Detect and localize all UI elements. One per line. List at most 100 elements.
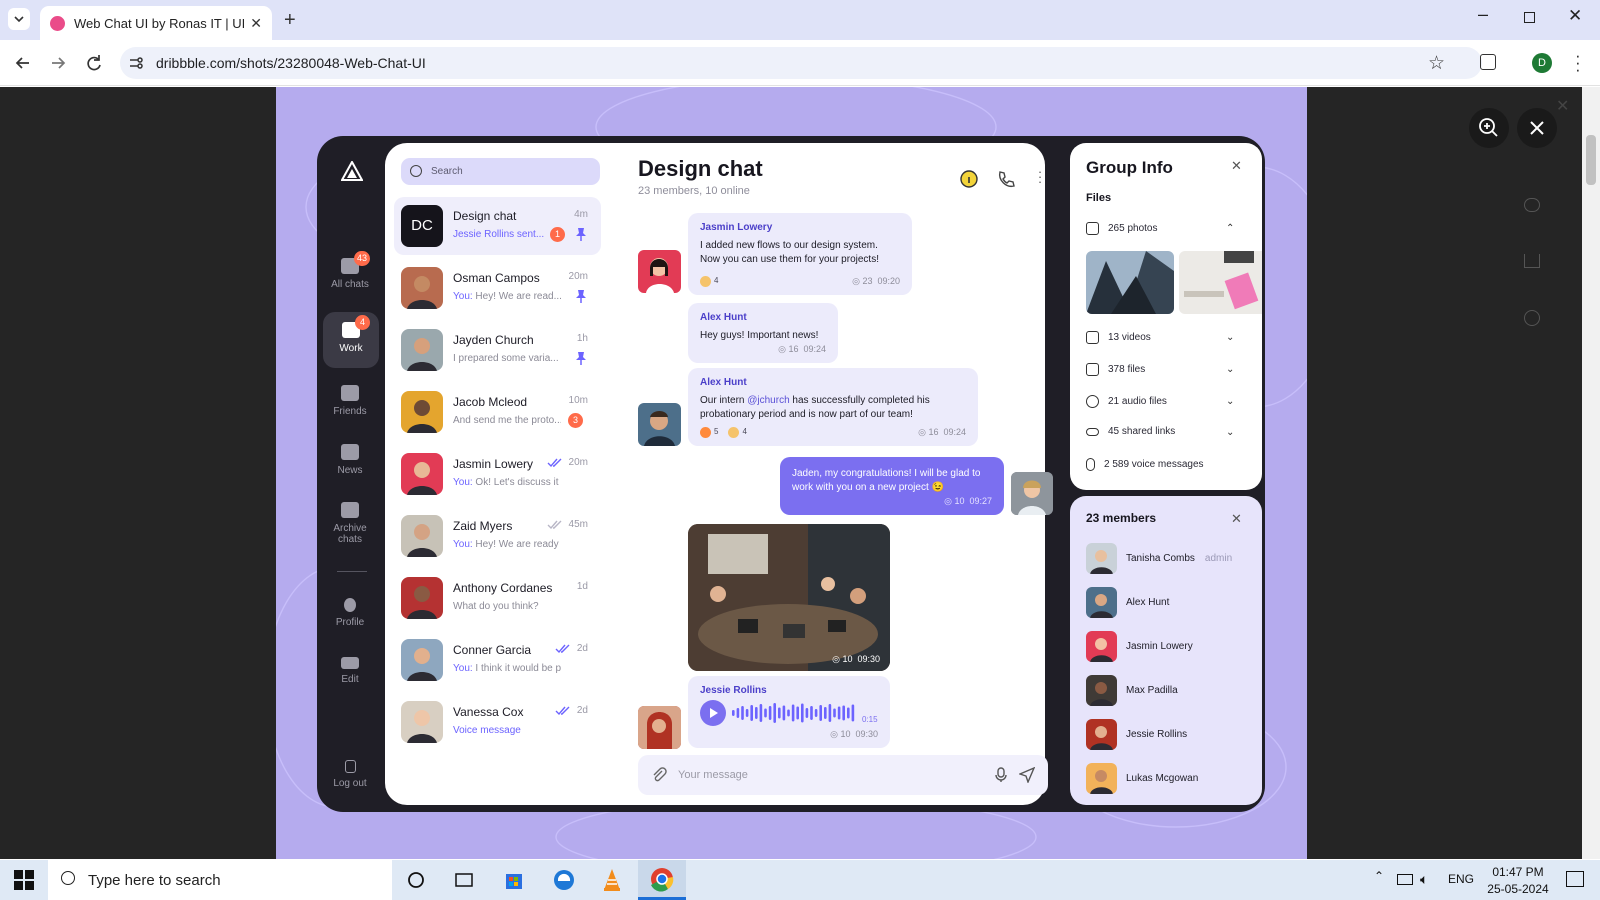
address-bar[interactable]: dribbble.com/shots/23280048-Web-Chat-UI — [120, 47, 1482, 79]
call-button[interactable] — [996, 169, 1016, 189]
chat-list-item[interactable]: DC Design chat 4m Jessie Rollins sent... 1 — [394, 197, 601, 255]
member-item[interactable]: Max Padilla — [1086, 674, 1246, 706]
chat-list-item[interactable]: Conner Garcia 2d You: I think it would be … — [394, 631, 601, 689]
chrome-app-active[interactable] — [638, 860, 686, 900]
input-language[interactable]: ENG — [1448, 872, 1474, 886]
photo-thumbnail[interactable] — [1179, 251, 1262, 314]
waveform-bar — [732, 710, 735, 716]
rail-news[interactable]: News — [322, 444, 378, 476]
rail-archive[interactable]: Archive chats — [322, 502, 378, 545]
photo-message[interactable]: ◎ 10 09:30 — [688, 524, 890, 671]
browser-tab[interactable]: Web Chat UI by Ronas IT | UI/U ✕ — [40, 6, 272, 40]
member-item[interactable]: Jasmin Lowery — [1086, 630, 1246, 662]
tab-search-button[interactable] — [8, 8, 30, 30]
info-icon[interactable] — [1524, 310, 1540, 326]
preview-text: Ok! Let's discuss it on th... — [475, 477, 561, 488]
share-icon[interactable] — [1524, 254, 1540, 268]
taskbar-search-box[interactable]: Type here to search — [48, 860, 392, 900]
message-text-part: Our intern — [700, 395, 748, 406]
pin-icon — [576, 352, 586, 365]
rail-friends[interactable]: Friends — [322, 385, 378, 417]
chat-list-item[interactable]: Vanessa Cox 2d Voice message — [394, 693, 601, 751]
member-item[interactable]: Alex Hunt — [1086, 586, 1246, 618]
mention-link[interactable]: @jchurch — [747, 395, 789, 406]
bookmark-star-icon[interactable]: ☆ — [1428, 52, 1445, 75]
chat-name: Jayden Church — [453, 333, 534, 347]
files-row-voice[interactable]: 2 589 voice messages — [1086, 458, 1204, 471]
back-button[interactable] — [12, 52, 34, 74]
page-scrollbar[interactable] — [1582, 87, 1600, 859]
files-row-files[interactable]: 378 files ⌄ — [1086, 363, 1234, 376]
extensions-icon[interactable] — [1480, 54, 1496, 70]
message-bubble[interactable]: Alex Hunt Hey guys! Important news! ◎ 16… — [688, 303, 838, 363]
site-info-icon[interactable] — [128, 55, 144, 71]
own-message-bubble[interactable]: Jaden, my congratulations! I will be gla… — [780, 457, 1004, 515]
chat-list-item[interactable]: Zaid Myers 45m You: Hey! We are ready to i… — [394, 507, 601, 565]
rail-work[interactable]: 4 Work — [323, 312, 379, 368]
taskbar-clock[interactable]: 01:47 PM 25-05-2024 — [1479, 864, 1557, 898]
rail-profile[interactable]: Profile — [322, 598, 378, 628]
chat-preview: Voice message — [453, 725, 561, 736]
chat-list-item[interactable]: Anthony Cordanes 1d What do you think? — [394, 569, 601, 627]
close-lightbox-button[interactable] — [1517, 108, 1557, 148]
member-item[interactable]: Jessie Rollins — [1086, 718, 1246, 750]
restore-window-button[interactable] — [1524, 12, 1535, 23]
waveform-bar — [750, 705, 753, 721]
vlc-app[interactable] — [598, 866, 626, 894]
chat-list-item[interactable]: Osman Campos 20m You: Hey! We are read... — [394, 259, 601, 317]
close-group-info-button[interactable]: ✕ — [1231, 158, 1242, 174]
chat-list-item[interactable]: Jacob Mcleod 10m And send me the proto... 3 — [394, 383, 601, 441]
network-icon[interactable] — [1397, 874, 1413, 885]
close-icon[interactable]: ✕ — [1556, 96, 1569, 116]
attach-button[interactable] — [651, 767, 667, 783]
message-bubble[interactable]: Jasmin Lowery I added new flows to our d… — [688, 213, 912, 295]
member-item[interactable]: Lukas Mcgowan — [1086, 762, 1246, 794]
edge-app[interactable] — [550, 866, 578, 894]
arrow-left-icon — [15, 57, 29, 69]
reactions[interactable]: 5 4 — [700, 425, 747, 439]
rail-edit[interactable]: Edit — [322, 657, 378, 685]
store-app[interactable] — [500, 866, 528, 894]
task-view-button[interactable] — [450, 866, 478, 894]
member-item[interactable]: Tanisha Combs admin — [1086, 542, 1246, 574]
start-button[interactable] — [14, 870, 34, 890]
view-count: 16 — [788, 344, 799, 354]
close-window-button[interactable]: ✕ — [1568, 6, 1582, 26]
rail-logout[interactable]: Log out — [322, 760, 378, 789]
search-input[interactable]: Search — [401, 158, 600, 185]
reload-button[interactable] — [83, 52, 105, 74]
forward-button[interactable] — [47, 52, 69, 74]
chat-list-item[interactable]: Jayden Church 1h I prepared some varia... — [394, 321, 601, 379]
files-row-audio[interactable]: 21 audio files ⌄ — [1086, 395, 1234, 408]
files-row-photos[interactable]: 265 photos ⌃ — [1086, 222, 1234, 235]
message-time: 09:27 — [969, 496, 992, 506]
browser-menu-icon[interactable]: · · · — [1575, 47, 1581, 78]
play-button[interactable] — [700, 700, 726, 726]
voice-record-button[interactable] — [993, 767, 1009, 783]
more-options-button[interactable]: · · · — [1030, 165, 1050, 189]
group-info-button[interactable] — [959, 169, 979, 189]
send-button[interactable] — [1019, 767, 1035, 783]
comment-icon[interactable] — [1524, 198, 1540, 212]
message-input[interactable]: Your message — [638, 755, 1048, 795]
rail-all-chats[interactable]: 43 All chats — [322, 251, 378, 300]
show-hidden-icons[interactable]: ⌃ — [1374, 869, 1384, 883]
close-members-button[interactable]: ✕ — [1231, 511, 1242, 527]
close-tab-icon[interactable]: ✕ — [250, 15, 262, 32]
chat-list-item[interactable]: Jasmin Lowery 20m You: Ok! Let's discuss i… — [394, 445, 601, 503]
zoom-button[interactable] — [1469, 108, 1509, 148]
volume-icon[interactable]: 🔈︎ — [1420, 871, 1428, 888]
task-view-button[interactable] — [402, 866, 430, 894]
message-bubble[interactable]: Alex Hunt Our intern @jchurch has succes… — [688, 368, 978, 446]
chrome-icon — [651, 868, 674, 892]
profile-avatar[interactable]: D — [1532, 53, 1552, 73]
photo-thumbnail[interactable] — [1086, 251, 1174, 314]
voice-message-bubble[interactable]: Jessie Rollins 0:15 ◎ 10 09:30 — [688, 676, 890, 748]
minimize-window-button[interactable]: – — [1478, 4, 1488, 25]
waveform-bar — [755, 707, 758, 719]
notifications-icon[interactable] — [1566, 871, 1584, 887]
files-row-links[interactable]: 45 shared links ⌄ — [1086, 426, 1234, 438]
reactions[interactable]: 4 — [700, 274, 718, 288]
files-row-videos[interactable]: 13 videos ⌄ — [1086, 331, 1234, 344]
new-tab-button[interactable]: + — [284, 9, 296, 32]
